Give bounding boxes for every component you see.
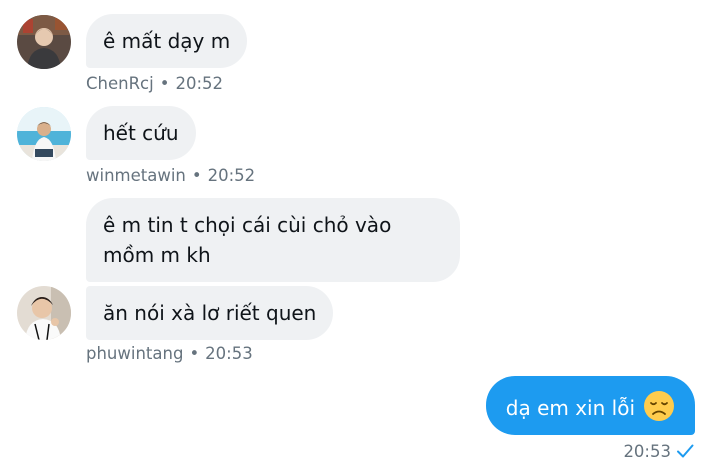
avatar-phuwintang[interactable] [17, 286, 71, 340]
message-time: 20:53 [205, 344, 253, 363]
message-time: 20:52 [175, 74, 224, 93]
message-meta: phuwintang • 20:53 [86, 344, 253, 364]
message-text: ăn nói xà lơ riết quen [103, 301, 317, 325]
message-bubble[interactable]: ăn nói xà lơ riết quen [86, 286, 334, 340]
separator-dot: • [189, 344, 200, 363]
message-text: ê m tin t chọi cái cùi chỏ vào mồm m kh [103, 213, 392, 267]
message-bubble[interactable]: ê m tin t chọi cái cùi chỏ vào mồm m kh [86, 198, 460, 282]
message-text: hết cứu [103, 121, 179, 145]
message-time: 20:52 [207, 166, 256, 185]
message-meta: winmetawin • 20:52 [86, 166, 255, 186]
sent-message-meta: 20:53 [623, 441, 695, 462]
separator-dot: • [159, 74, 170, 93]
message-text: ê mất dạy m [103, 29, 231, 53]
sender-name[interactable]: phuwintang [86, 344, 183, 363]
sent-check-icon [675, 441, 695, 461]
message-bubble[interactable]: hết cứu [86, 106, 196, 160]
message-meta: ChenRcj • 20:52 [86, 74, 223, 94]
separator-dot: • [191, 166, 202, 185]
sender-name[interactable]: ChenRcj [86, 74, 154, 93]
message-bubble[interactable]: ê mất dạy m [86, 14, 248, 68]
disappointed-face-icon [643, 390, 675, 422]
sender-name[interactable]: winmetawin [86, 166, 186, 185]
avatar-winmetawin[interactable] [17, 107, 71, 161]
message-time: 20:53 [623, 442, 671, 461]
sent-message-bubble[interactable]: dạ em xin lỗi [485, 376, 695, 435]
message-text: dạ em xin lỗi [505, 396, 635, 420]
avatar-chenrcj[interactable] [17, 15, 71, 69]
